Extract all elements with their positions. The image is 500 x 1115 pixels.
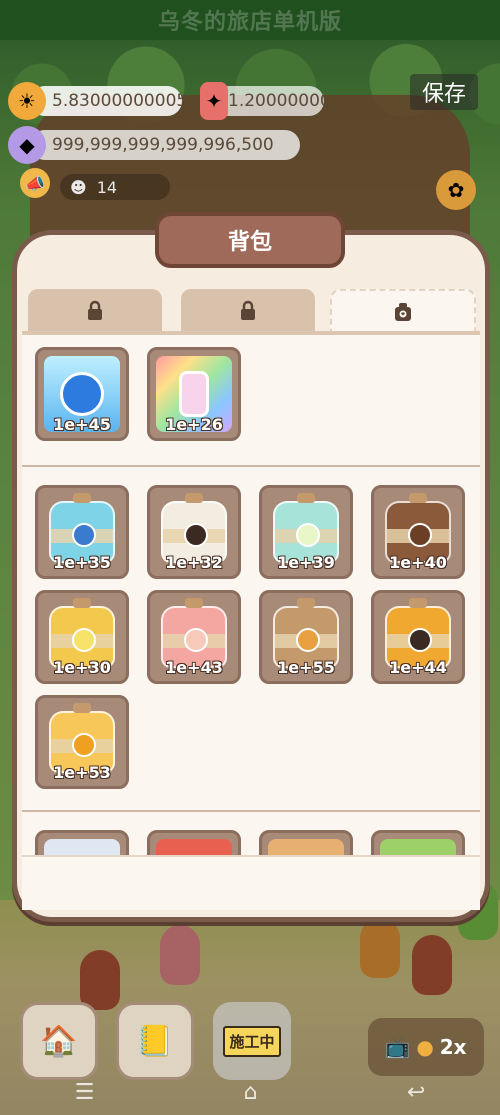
- visitor-counter: ☻ 14: [60, 174, 170, 200]
- item-slot-jar[interactable]: 1e+30: [35, 590, 129, 684]
- item-slot-partial[interactable]: [35, 830, 129, 855]
- coin-small-icon: ●: [416, 1035, 434, 1059]
- notebook-icon: 📒: [136, 1023, 174, 1059]
- recipe-button[interactable]: 📒: [116, 1002, 194, 1080]
- construction-button[interactable]: 施工中: [213, 1002, 291, 1080]
- item-slot-jar[interactable]: 1e+40: [371, 485, 465, 579]
- coin-icon: ☀: [8, 82, 46, 120]
- item-count: 1e+30: [53, 658, 111, 677]
- flower-icon[interactable]: ✿: [436, 170, 476, 210]
- ticket-value: 1.2000000001e+21: [228, 91, 324, 111]
- house-button[interactable]: 🏠: [20, 1002, 98, 1080]
- item-count: 1e+35: [53, 553, 111, 572]
- item-count: 1e+39: [277, 553, 335, 572]
- item-count: 1e+53: [53, 763, 111, 782]
- speed-label: 2x: [439, 1035, 467, 1059]
- gem-icon: ◆: [8, 126, 46, 164]
- camera-bag-icon: [395, 303, 411, 321]
- pie-item-icon: [268, 839, 344, 855]
- system-navigation-bar: ☰ ⌂ ↩: [0, 1070, 500, 1115]
- visitor-count: 14: [96, 177, 118, 197]
- gem-counter: 999,999,999,999,996,500: [30, 130, 300, 160]
- item-slot-jar[interactable]: 1e+44: [371, 590, 465, 684]
- bone-item-icon: [380, 839, 456, 855]
- item-count: 1e+45: [53, 415, 111, 434]
- tv-icon: 📺: [385, 1035, 411, 1059]
- item-slot-jar[interactable]: 1e+53: [35, 695, 129, 789]
- item-slot-partial[interactable]: [147, 830, 241, 855]
- item-count: 1e+44: [389, 658, 447, 677]
- tab-locked-1[interactable]: [28, 289, 162, 333]
- inventory-title: 背包: [155, 212, 345, 268]
- app-title: 乌冬的旅店单机版: [157, 10, 342, 35]
- item-count: 1e+55: [277, 658, 335, 677]
- berry-item-icon: [156, 839, 232, 855]
- item-slot-rainbow-bottle[interactable]: 1e+26: [147, 347, 241, 441]
- construction-label: 施工中: [223, 1025, 281, 1057]
- item-count: 1e+40: [389, 553, 447, 572]
- house-icon: 🏠: [40, 1023, 78, 1059]
- tab-items[interactable]: [330, 289, 476, 333]
- menu-icon[interactable]: ☰: [75, 1080, 95, 1105]
- item-slot-jar[interactable]: 1e+43: [147, 590, 241, 684]
- section-divider: [22, 465, 480, 467]
- tab-locked-2[interactable]: [181, 289, 315, 333]
- lock-icon: [241, 300, 255, 320]
- speed-button[interactable]: 📺 ● 2x: [368, 1018, 484, 1076]
- save-button[interactable]: 保存: [410, 74, 478, 110]
- panel-footer: [22, 855, 480, 910]
- cloud-item-icon: [44, 839, 120, 855]
- item-slot-gift-bag[interactable]: 1e+45: [35, 347, 129, 441]
- item-count: 1e+26: [165, 415, 223, 434]
- item-slot-partial[interactable]: [259, 830, 353, 855]
- item-count: 1e+43: [165, 658, 223, 677]
- back-icon[interactable]: ↩: [407, 1080, 425, 1105]
- section-divider: [22, 810, 480, 812]
- item-slot-partial[interactable]: [371, 830, 465, 855]
- coin-value: 5.830000000053197e+20: [52, 91, 182, 111]
- item-count: 1e+32: [165, 553, 223, 572]
- item-slot-jar[interactable]: 1e+39: [259, 485, 353, 579]
- inventory-grid: 1e+45 1e+26 1e+35 1e+32 1e+39 1e+40 1e+3…: [22, 335, 480, 855]
- item-slot-jar[interactable]: 1e+55: [259, 590, 353, 684]
- item-slot-jar[interactable]: 1e+32: [147, 485, 241, 579]
- home-icon[interactable]: ⌂: [244, 1080, 258, 1105]
- item-slot-jar[interactable]: 1e+35: [35, 485, 129, 579]
- megaphone-icon[interactable]: 📣: [20, 168, 50, 198]
- gem-value: 999,999,999,999,996,500: [52, 135, 274, 155]
- visitor-icon: ☻: [70, 177, 87, 197]
- ticket-icon: ✦: [200, 82, 228, 120]
- lock-icon: [88, 300, 102, 320]
- coin-counter: 5.830000000053197e+20: [30, 86, 182, 116]
- ticket-counter: 1.2000000001e+21: [214, 86, 324, 116]
